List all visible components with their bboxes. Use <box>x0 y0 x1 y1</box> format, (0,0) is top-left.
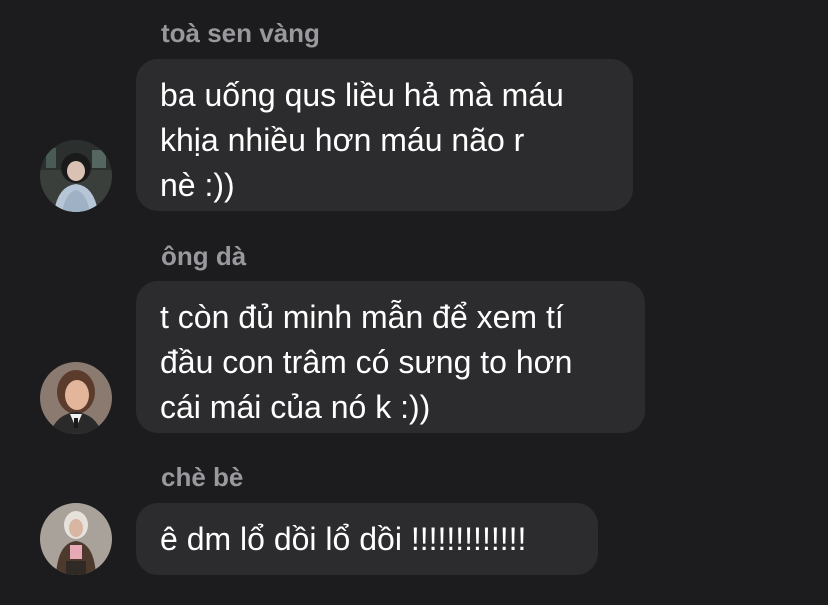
message-bubble[interactable]: ê dm lổ dồi lổ dồi !!!!!!!!!!!!! <box>136 503 598 575</box>
sender-name: chè bè <box>161 462 244 492</box>
sender-name: ông dà <box>161 241 247 271</box>
message-line: nè :)) <box>160 167 235 203</box>
message-line: khịa nhiều hơn máu não r <box>160 122 525 158</box>
message-text: t còn đủ minh mẫn để xem tí đầu con trâm… <box>160 295 619 430</box>
message-line: ba uống qus liều hả mà máu <box>160 77 564 113</box>
avatar[interactable] <box>40 140 112 212</box>
message-text: ê dm lổ dồi lổ dồi !!!!!!!!!!!!! <box>160 517 572 562</box>
message-line: t còn đủ minh mẫn để xem tí <box>160 299 564 335</box>
message-bubble[interactable]: t còn đủ minh mẫn để xem tí đầu con trâm… <box>136 281 645 433</box>
message-text: ba uống qus liều hả mà máu khịa nhiều hơ… <box>160 73 607 208</box>
avatar[interactable] <box>40 503 112 575</box>
avatar[interactable] <box>40 362 112 434</box>
person-photo-avatar-icon <box>40 140 112 212</box>
message-line: cái mái của nó k :)) <box>160 389 431 425</box>
message-bubble[interactable]: ba uống qus liều hả mà máu khịa nhiều hơ… <box>136 59 633 211</box>
person-photo-avatar-icon <box>40 362 112 434</box>
message-line: đầu con trâm có sưng to hơn <box>160 344 573 380</box>
sender-name: toà sen vàng <box>161 18 320 48</box>
person-photo-avatar-icon <box>40 503 112 575</box>
message-line: ê dm lổ dồi lổ dồi !!!!!!!!!!!!! <box>160 521 527 557</box>
